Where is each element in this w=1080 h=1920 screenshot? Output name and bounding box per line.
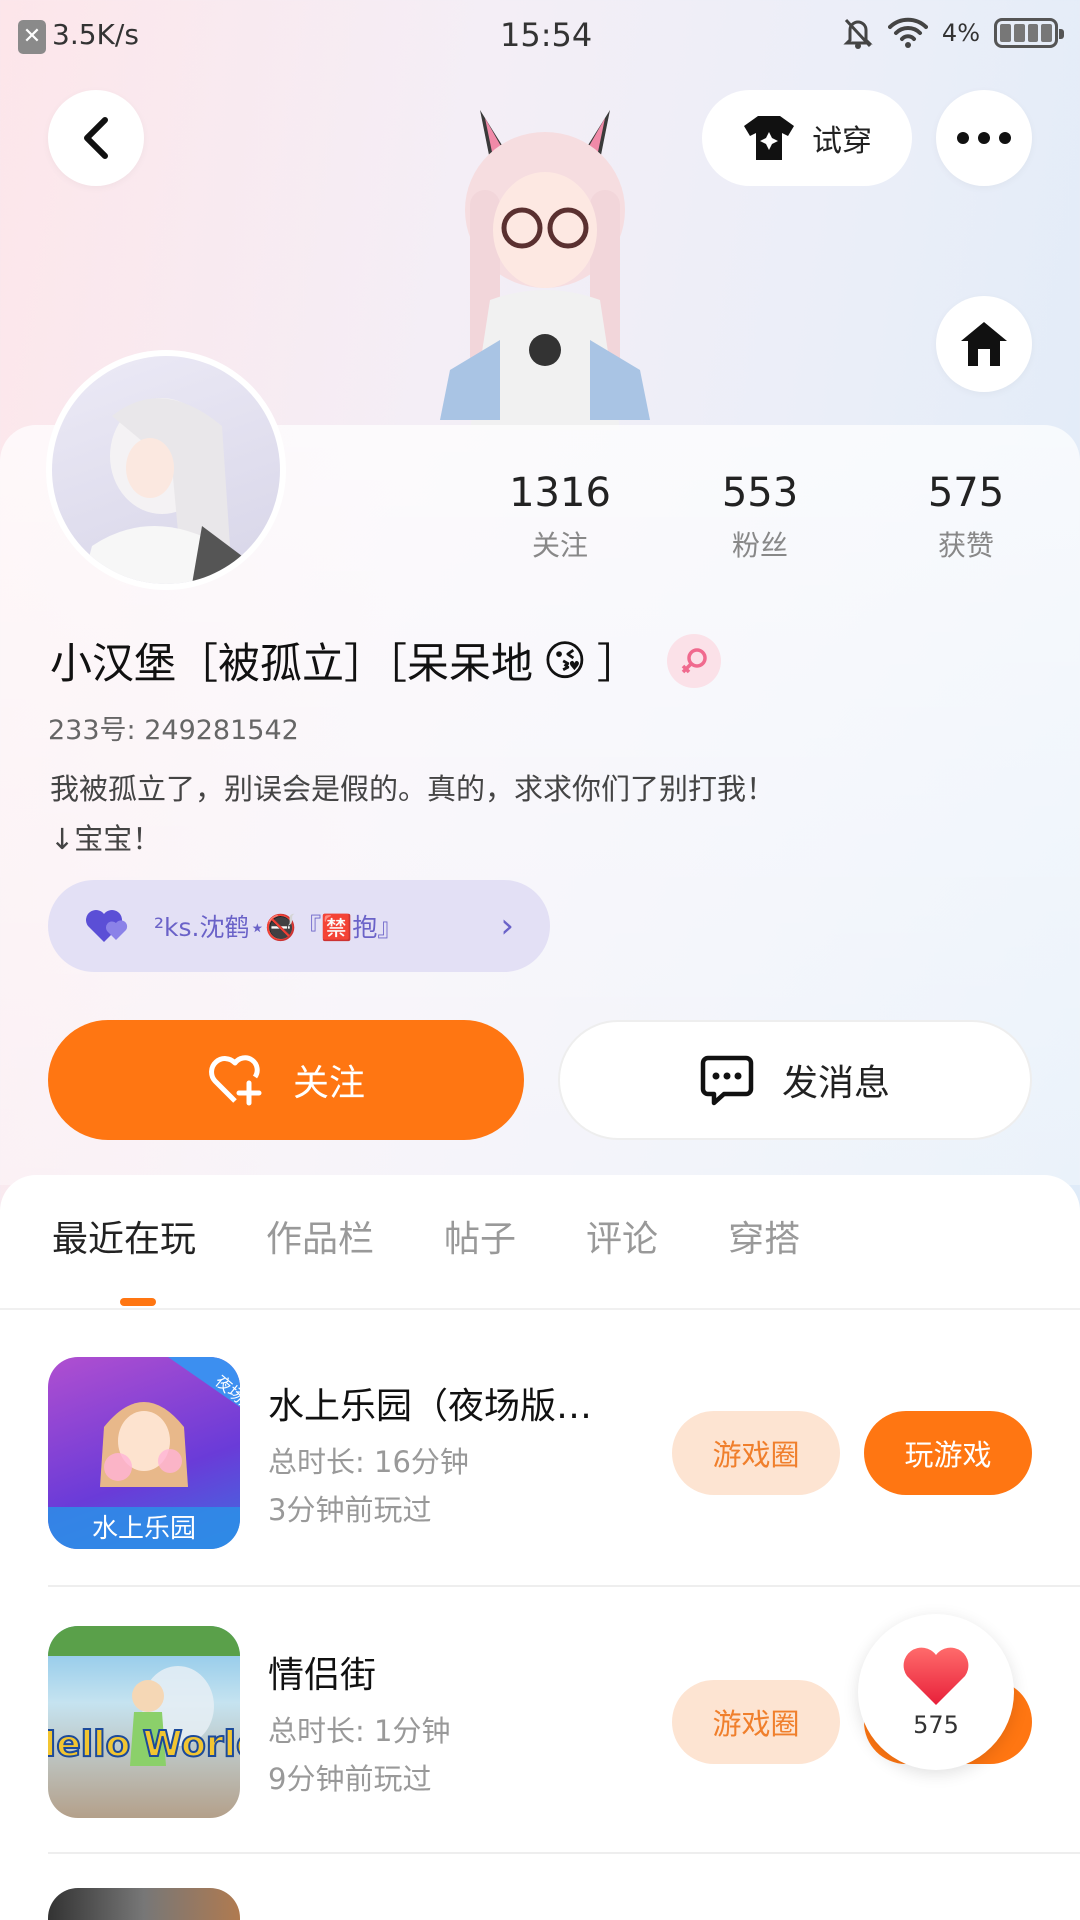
row-divider: [48, 1852, 1080, 1854]
status-icons: 4%: [842, 16, 1064, 50]
more-dots-icon: [957, 132, 1011, 144]
game-duration: 总时长: 1分钟: [268, 1714, 451, 1748]
tab-works[interactable]: 作品栏: [266, 1210, 374, 1310]
tab-indicator: [120, 1298, 156, 1306]
tshirt-sparkle-icon: [744, 116, 794, 160]
game-circle-button[interactable]: 游戏圈: [672, 1680, 840, 1764]
bio: 我被孤立了，别误会是假的。真的，求求你们了别打我！ ↓宝宝！: [50, 764, 1010, 864]
tab-recent-played[interactable]: 最近在玩: [52, 1210, 196, 1310]
wifi-icon: [887, 17, 928, 48]
chat-bubble-icon: [700, 1055, 754, 1106]
following-label: 关注: [531, 529, 588, 562]
tab-bar: 最近在玩 作品栏 帖子 评论 穿搭: [0, 1210, 1080, 1310]
nickname: 小汉堡［被孤立］［呆呆地 😘 ］: [50, 630, 721, 691]
try-on-button[interactable]: 试穿: [702, 90, 912, 186]
female-gender-icon: [666, 633, 721, 688]
nickname-emoji: 😘: [543, 636, 587, 685]
battery-percent: 4%: [941, 19, 980, 47]
likes-count: 575: [927, 470, 1005, 516]
clock: 15:54: [500, 16, 593, 54]
tab-comments[interactable]: 评论: [586, 1210, 658, 1310]
bio-line-2: ↓宝宝！: [50, 822, 162, 856]
close-notification-icon: ✕: [18, 20, 46, 54]
game-icon-water-park: 夜场版 水上乐园: [48, 1357, 240, 1549]
game-icon-partial: [48, 1888, 240, 1920]
row-divider: [48, 1585, 1080, 1587]
game-icon-text: 水上乐园: [92, 1514, 196, 1544]
chevron-right-icon: ›: [500, 906, 514, 946]
nickname-text: 小汉堡［被孤立］［呆呆地: [50, 639, 534, 688]
fans-count: 553: [721, 470, 799, 516]
home-icon: [961, 322, 1007, 366]
game-icon-lovers-street: Hello World: [48, 1626, 240, 1818]
message-label: 发消息: [781, 1063, 890, 1104]
game-circle-button[interactable]: 游戏圈: [672, 1411, 840, 1495]
floating-like-button[interactable]: 575: [858, 1614, 1014, 1770]
follow-button[interactable]: 关注: [48, 1020, 524, 1140]
game-icon-text: Hello World: [48, 1724, 240, 1765]
stat-following[interactable]: 1316 关注: [480, 470, 640, 564]
game-title: 水上乐园（夜场版…: [268, 1386, 593, 1427]
double-heart-icon: [86, 910, 128, 942]
status-bar: ✕ 3.5K/s 15:54 4%: [0, 0, 1080, 72]
back-button[interactable]: [48, 90, 144, 186]
try-on-label: 试穿: [812, 124, 872, 159]
tab-posts[interactable]: 帖子: [444, 1210, 516, 1310]
following-count: 1316: [509, 470, 611, 516]
stat-likes[interactable]: 575 获赞: [886, 470, 1046, 564]
nickname-end: ］: [596, 639, 639, 688]
relation-tag[interactable]: ²ks.沈鹤⋆🚭『🈲抱』 ›: [48, 880, 550, 972]
back-arrow-icon: [84, 117, 108, 159]
bio-line-1: 我被孤立了，别误会是假的。真的，求求你们了别打我！: [50, 772, 776, 806]
tab-outfits[interactable]: 穿搭: [728, 1210, 800, 1310]
game-last-played: 9分钟前玩过: [268, 1762, 432, 1796]
heart-icon: [903, 1647, 969, 1705]
like-count: 575: [913, 1711, 959, 1739]
battery-icon: [994, 18, 1064, 48]
list-item[interactable]: 夜场版 水上乐园 水上乐园（夜场版… 总时长: 16分钟 3分钟前玩过 游戏圈 …: [48, 1357, 1032, 1551]
more-button[interactable]: [936, 90, 1032, 186]
likes-label: 获赞: [937, 529, 994, 562]
avatar-3d-character: [410, 90, 680, 430]
heart-plus-icon: [209, 1055, 262, 1106]
user-id: 233号: 249281542: [48, 715, 299, 746]
network-speed: 3.5K/s: [52, 18, 139, 51]
message-button[interactable]: 发消息: [558, 1020, 1032, 1140]
follow-label: 关注: [292, 1063, 365, 1104]
play-game-button[interactable]: 玩游戏: [864, 1411, 1032, 1495]
home-button[interactable]: [936, 296, 1032, 392]
mute-bell-icon: [843, 18, 873, 49]
game-duration: 总时长: 16分钟: [268, 1445, 469, 1479]
stat-fans[interactable]: 553 粉丝: [680, 470, 840, 564]
game-last-played: 3分钟前玩过: [268, 1493, 432, 1527]
fans-label: 粉丝: [731, 529, 788, 562]
game-title: 情侣街: [268, 1655, 377, 1696]
relation-tag-text: ²ks.沈鹤⋆🚭『🈲抱』: [154, 913, 403, 942]
tabs-divider: [0, 1308, 1080, 1310]
avatar[interactable]: [46, 350, 286, 590]
